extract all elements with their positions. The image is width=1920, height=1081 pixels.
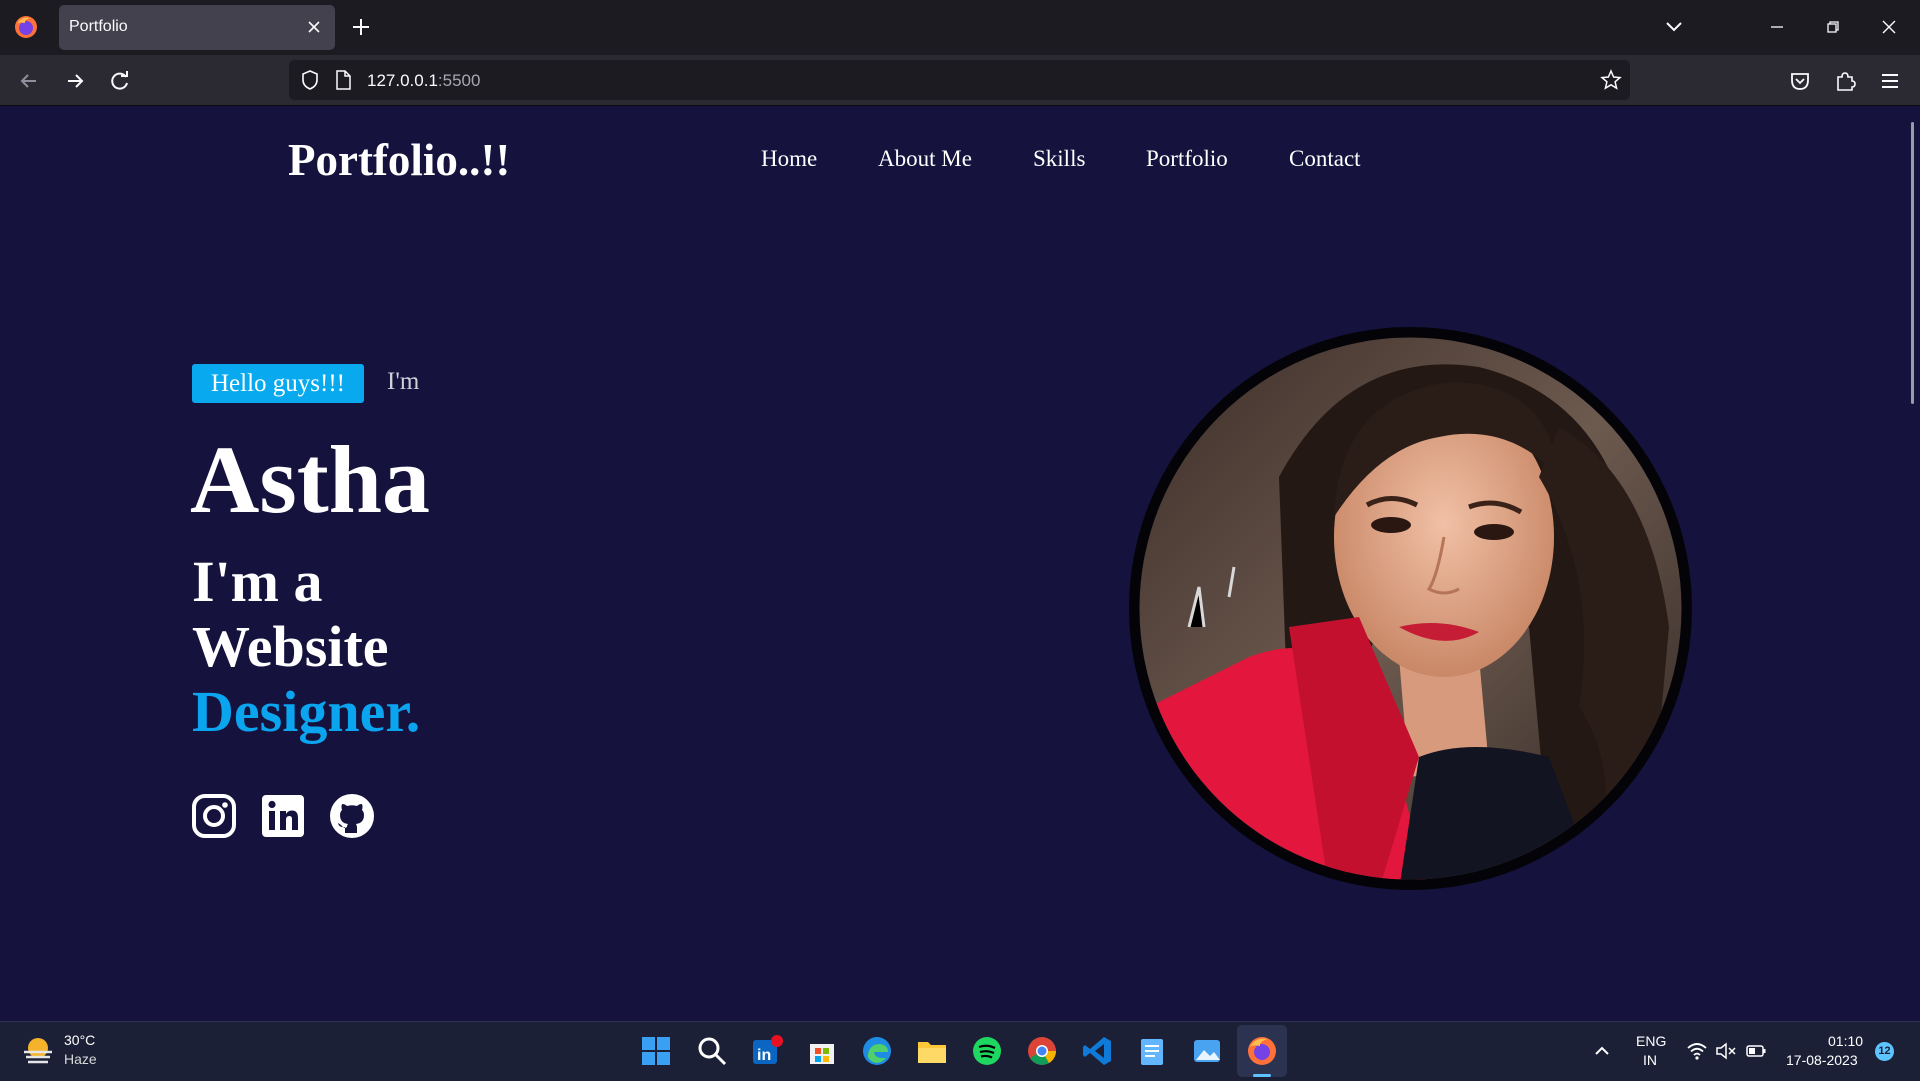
site-brand-logo[interactable]: Portfolio..!! <box>288 134 510 186</box>
window-minimize-icon[interactable] <box>1766 16 1788 38</box>
portfolio-page: Portfolio..!! Home About Me Skills Portf… <box>0 106 1920 1021</box>
url-port: :5500 <box>437 71 481 90</box>
intro-text: I'm <box>387 368 420 395</box>
role-line-1: I'm a <box>192 549 323 614</box>
profile-photo-image <box>1139 337 1682 880</box>
clock-time[interactable]: 01:10 <box>1828 1033 1863 1049</box>
shield-icon[interactable] <box>299 69 321 91</box>
file-explorer-icon[interactable] <box>915 1034 949 1068</box>
page-info-icon[interactable] <box>333 69 353 91</box>
notification-count-badge[interactable]: 12 <box>1875 1042 1894 1061</box>
linkedin-app-icon[interactable]: in <box>750 1034 784 1068</box>
firefox-icon[interactable] <box>13 14 39 40</box>
spotify-icon[interactable] <box>970 1034 1004 1068</box>
bookmark-star-icon[interactable] <box>1600 69 1622 91</box>
url-host: 127.0.0.1 <box>367 71 438 90</box>
photos-app-icon[interactable] <box>1190 1034 1224 1068</box>
page-scrollbar[interactable] <box>1911 122 1914 404</box>
forward-arrow-icon[interactable] <box>62 68 88 94</box>
hamburger-menu-icon[interactable] <box>1877 68 1903 94</box>
battery-icon[interactable] <box>1745 1041 1767 1061</box>
svg-text:in: in <box>757 1047 771 1064</box>
url-bar[interactable]: 127.0.0.1:5500 <box>289 60 1630 100</box>
hero-name: Astha <box>190 426 431 533</box>
nav-link-skills[interactable]: Skills <box>1033 146 1085 172</box>
reload-icon[interactable] <box>107 68 133 94</box>
edge-browser-icon[interactable] <box>860 1034 894 1068</box>
tab-title: Portfolio <box>69 18 128 35</box>
hello-badge: Hello guys!!! <box>192 364 364 403</box>
nav-link-contact[interactable]: Contact <box>1289 146 1361 172</box>
github-icon[interactable] <box>328 792 376 840</box>
browser-toolbar: 127.0.0.1:5500 <box>0 55 1920 106</box>
list-all-tabs-chevron-icon[interactable] <box>1662 16 1686 38</box>
window-restore-icon[interactable] <box>1822 16 1844 38</box>
notepad-icon[interactable] <box>1135 1034 1169 1068</box>
weather-desc: Haze <box>64 1051 97 1067</box>
new-tab-plus-icon[interactable] <box>350 16 372 38</box>
extensions-puzzle-icon[interactable] <box>1832 68 1858 94</box>
close-tab-icon[interactable] <box>305 18 323 36</box>
profile-photo <box>1129 327 1692 890</box>
nav-link-about-me[interactable]: About Me <box>878 146 972 172</box>
chrome-icon[interactable] <box>1025 1034 1059 1068</box>
role-line-3-accent: Designer. <box>192 679 421 744</box>
weather-temp: 30°C <box>64 1032 96 1048</box>
windows-start-icon[interactable] <box>639 1034 673 1068</box>
show-hidden-icons-chevron-icon[interactable] <box>1592 1041 1612 1061</box>
browser-tab-active[interactable]: Portfolio <box>59 5 335 50</box>
pocket-icon[interactable] <box>1787 68 1813 94</box>
back-arrow-icon[interactable] <box>16 68 42 94</box>
microsoft-store-icon[interactable] <box>805 1034 839 1068</box>
window-close-icon[interactable] <box>1878 16 1900 38</box>
wifi-icon[interactable] <box>1686 1041 1708 1061</box>
nav-link-portfolio[interactable]: Portfolio <box>1146 146 1228 172</box>
vscode-icon[interactable] <box>1080 1034 1114 1068</box>
url-text: 127.0.0.1:5500 <box>367 71 480 91</box>
instagram-icon[interactable] <box>190 792 238 840</box>
linkedin-icon[interactable] <box>259 792 307 840</box>
windows-taskbar: 30°C Haze in ENG IN 01:10 17-08-2023 12 <box>0 1021 1920 1081</box>
nav-link-home[interactable]: Home <box>761 146 817 172</box>
firefox-taskbar-icon[interactable] <box>1245 1034 1279 1068</box>
active-app-indicator <box>1253 1074 1271 1077</box>
search-icon[interactable] <box>695 1034 729 1068</box>
weather-haze-icon[interactable] <box>22 1036 54 1066</box>
volume-muted-icon[interactable] <box>1715 1041 1737 1061</box>
language-line-2[interactable]: IN <box>1643 1052 1657 1068</box>
browser-tab-strip: Portfolio <box>0 0 1920 55</box>
language-line-1[interactable]: ENG <box>1636 1033 1666 1049</box>
role-line-2: Website <box>192 614 389 679</box>
clock-date[interactable]: 17-08-2023 <box>1786 1052 1858 1068</box>
